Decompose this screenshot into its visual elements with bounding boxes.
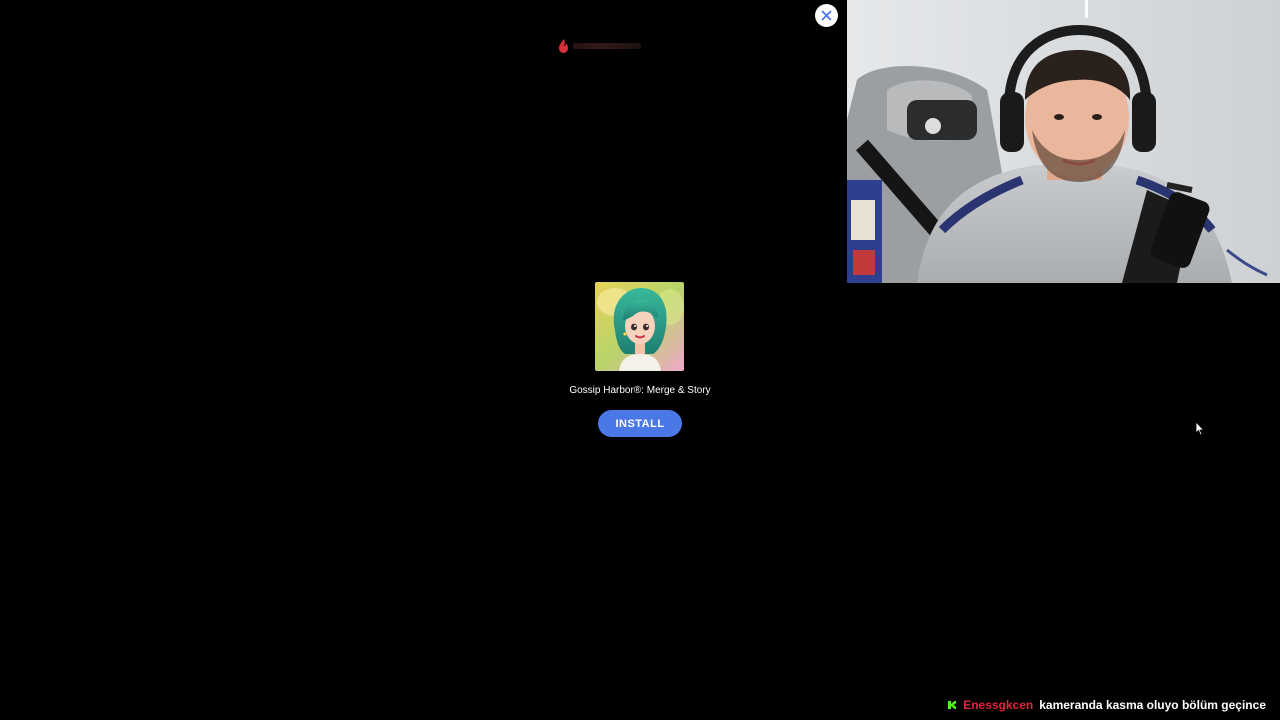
close-icon	[821, 10, 832, 21]
close-ad-button[interactable]	[815, 4, 838, 27]
kick-badge-icon	[948, 701, 957, 709]
chat-message-row: Enessgkcen kameranda kasma oluyo bölüm g…	[947, 697, 1266, 713]
install-button[interactable]: INSTALL	[598, 410, 682, 437]
ad-network-wordmark	[573, 43, 641, 49]
app-icon-artwork	[595, 282, 684, 371]
webcam-feed	[847, 0, 1280, 283]
ad-network-logo	[558, 38, 644, 54]
mouse-cursor-icon	[1195, 421, 1205, 436]
chat-username: Enessgkcen	[963, 698, 1034, 712]
app-title: Gossip Harbor®: Merge & Story	[569, 385, 711, 396]
app-icon[interactable]	[595, 282, 684, 371]
chat-message-text: kameranda kasma oluyo bölüm geçince	[1039, 698, 1266, 712]
stream-screen: Gossip Harbor®: Merge & Story INSTALL En…	[0, 0, 1280, 720]
streamer-camera-image	[847, 0, 1280, 283]
flame-logo-icon	[559, 39, 568, 53]
